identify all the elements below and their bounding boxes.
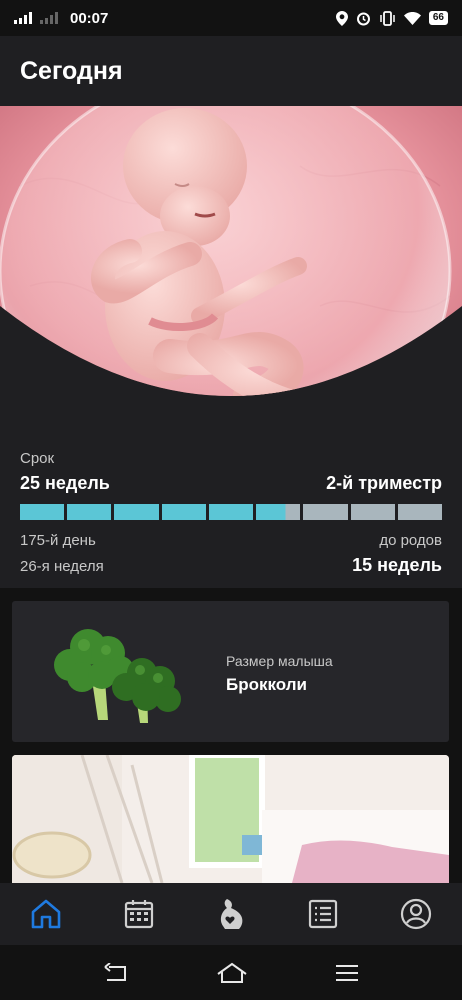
app-header: Сегодня	[0, 36, 462, 106]
fetus-illustration	[0, 106, 462, 428]
nav-home[interactable]	[23, 891, 69, 937]
home-icon	[31, 899, 61, 929]
back-icon[interactable]	[103, 962, 129, 983]
broccoli-image	[54, 629, 181, 723]
signal-icon-secondary	[40, 12, 58, 24]
progress-segment	[67, 504, 112, 520]
system-navigation	[0, 945, 462, 1000]
nursery-photo	[12, 755, 449, 883]
nav-pregnancy[interactable]	[208, 891, 254, 937]
progress-segment	[350, 504, 395, 520]
location-icon	[335, 10, 348, 26]
progress-segment	[114, 504, 159, 520]
vibrate-icon	[380, 10, 395, 26]
status-bar: 00:07 66	[0, 0, 462, 36]
list-icon	[309, 899, 338, 929]
nav-profile[interactable]	[393, 891, 439, 937]
progress-segment	[20, 504, 65, 520]
nav-calendar[interactable]	[116, 891, 162, 937]
baby-size-card[interactable]: Размер малыша Брокколи	[12, 601, 449, 742]
pregnant-belly-icon	[220, 899, 243, 929]
term-label: Срок	[20, 450, 55, 467]
until-birth-value: 15 недель	[352, 555, 442, 575]
baby-size-label: Размер малыша	[226, 653, 333, 669]
progress-segment	[208, 504, 254, 520]
trimester-value: 2-й триместр	[326, 473, 442, 493]
baby-size-value: Брокколи	[226, 675, 307, 694]
pregnancy-progress-bar	[20, 504, 442, 520]
progress-segment	[161, 504, 206, 520]
until-birth-label: до родов	[379, 532, 442, 549]
clock: 00:07	[70, 9, 109, 27]
menu-icon[interactable]	[335, 963, 359, 983]
article-card[interactable]	[12, 755, 449, 883]
bottom-navigation	[0, 883, 462, 945]
calendar-icon	[124, 900, 153, 929]
wifi-icon	[403, 11, 421, 25]
home-system-icon[interactable]	[216, 962, 248, 984]
alarm-icon	[356, 12, 370, 25]
pregnancy-progress-section: Срок 25 недель 2-й триместр 175-й день д…	[0, 428, 462, 588]
weeks-value: 25 недель	[20, 473, 110, 493]
progress-segment	[256, 504, 301, 520]
battery-icon: 66	[428, 11, 448, 25]
progress-segment	[303, 504, 348, 520]
progress-segment	[397, 504, 442, 520]
hero-fetus-image	[0, 106, 462, 428]
day-label: 175-й день	[20, 532, 96, 549]
page-title: Сегодня	[20, 56, 123, 85]
profile-icon	[400, 898, 431, 930]
nav-list[interactable]	[300, 891, 346, 937]
signal-icon	[14, 12, 32, 24]
week-label: 26-я неделя	[20, 558, 104, 575]
